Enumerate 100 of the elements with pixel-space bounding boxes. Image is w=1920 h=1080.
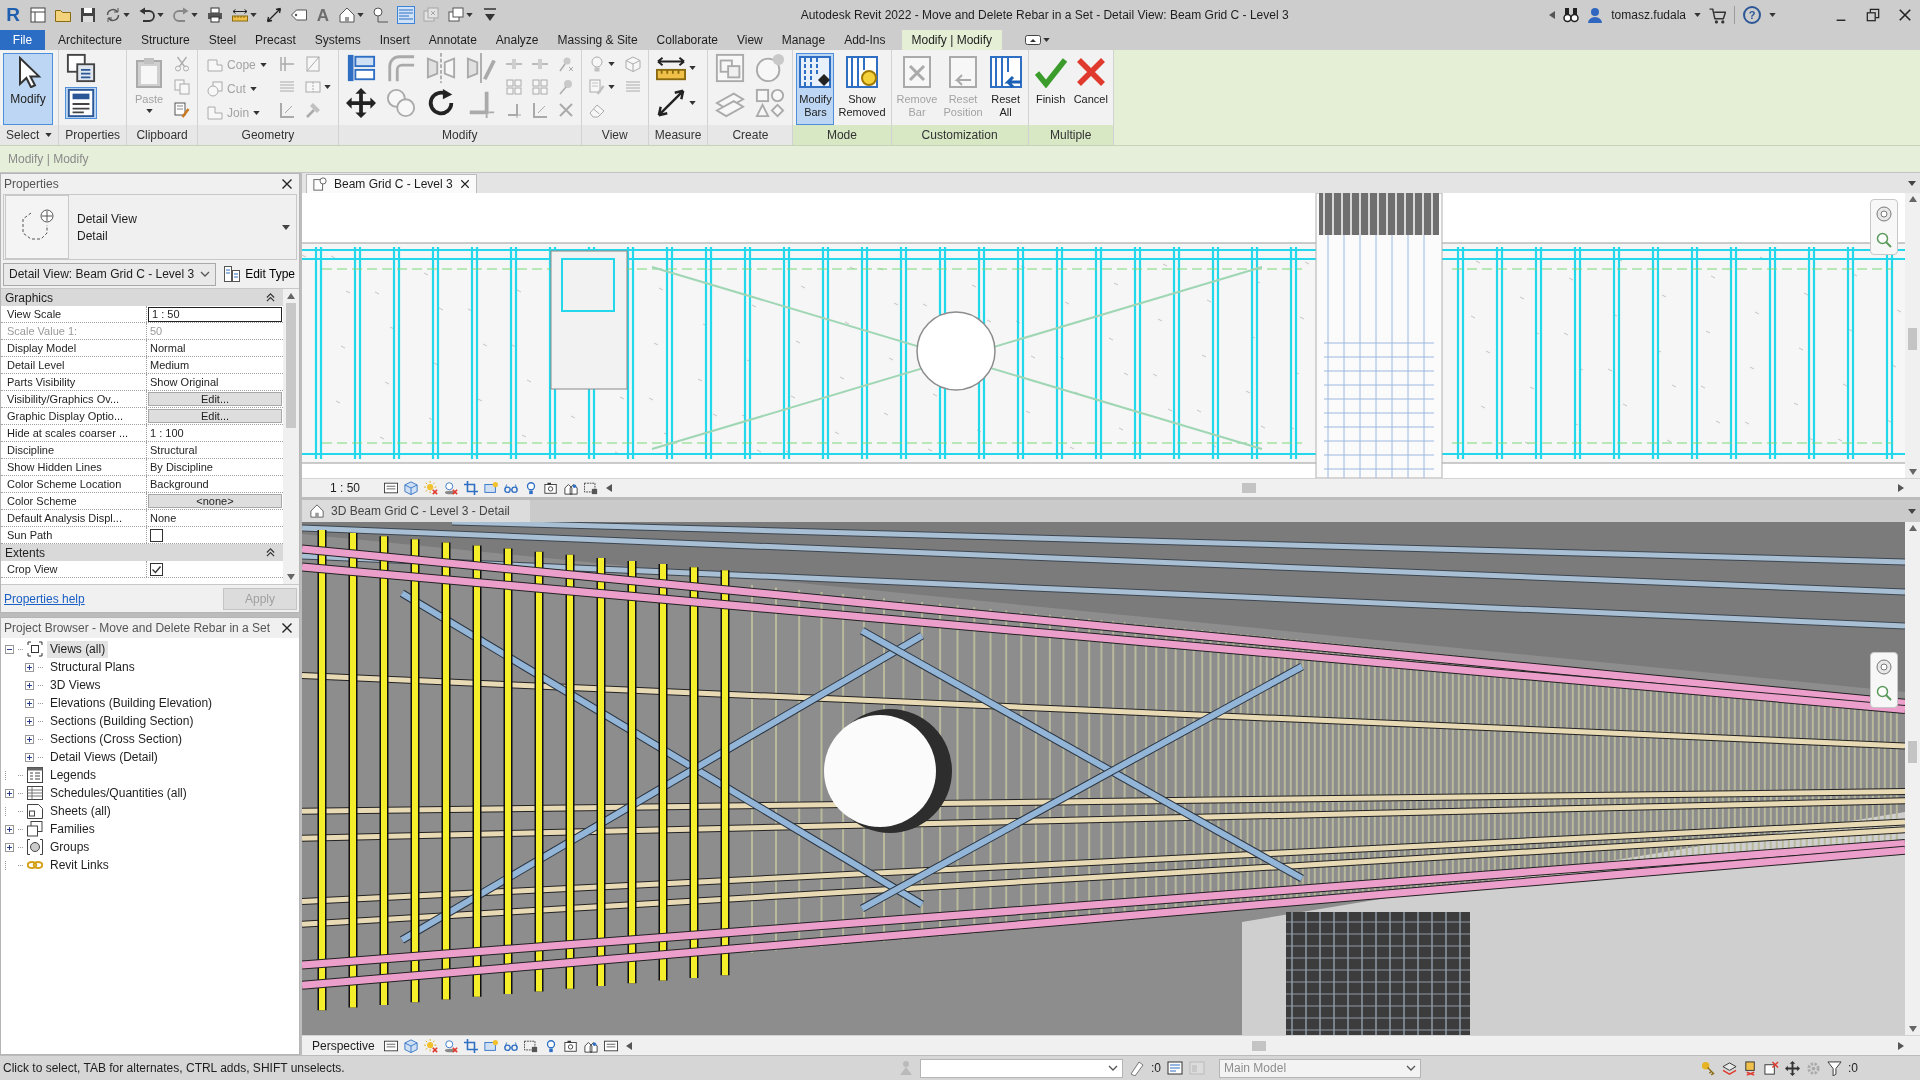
edit-button[interactable]: Edit... — [148, 409, 282, 423]
property-field[interactable]: 1 : 50 — [148, 306, 282, 322]
panel-title[interactable]: Select — [0, 125, 59, 145]
type-selector[interactable]: Detail View Detail — [3, 194, 297, 260]
modify-button[interactable]: Modify — [3, 53, 53, 125]
zoom-icon[interactable] — [1876, 685, 1892, 701]
caret-icon[interactable] — [123, 13, 130, 17]
cube-icon[interactable] — [404, 481, 418, 495]
expand-icon[interactable] — [25, 752, 34, 762]
key-icon[interactable] — [1701, 1060, 1716, 1076]
sun-icon[interactable] — [424, 1038, 438, 1053]
chevron-icon[interactable] — [1108, 1065, 1118, 1071]
caret-icon[interactable] — [1908, 508, 1916, 514]
frame-icon[interactable] — [604, 1038, 618, 1053]
tag-icon[interactable] — [291, 7, 307, 23]
expand-icon[interactable] — [25, 662, 34, 672]
help-link[interactable]: Properties help — [4, 591, 85, 606]
ribbon-tab[interactable]: Precast — [246, 30, 305, 50]
scroll-down-icon[interactable] — [1908, 1026, 1917, 1032]
collapse-icon[interactable] — [5, 644, 14, 654]
user-name[interactable]: tomasz.fudala — [1611, 8, 1686, 22]
finish-button[interactable]: Finish — [1031, 53, 1070, 125]
scroll-right-icon[interactable] — [1898, 1041, 1904, 1050]
expand-icon[interactable] — [25, 734, 34, 744]
caret-left-icon[interactable] — [1549, 11, 1556, 19]
pencil-icon[interactable] — [1129, 1060, 1145, 1076]
tree-item[interactable]: 3D Views — [47, 676, 104, 694]
checkbox[interactable] — [150, 562, 163, 576]
glasses-icon[interactable] — [504, 481, 518, 495]
bulb-icon[interactable] — [524, 481, 538, 495]
move-icon[interactable] — [345, 88, 376, 118]
ribbon-tab[interactable]: Analyze — [486, 30, 548, 50]
customize-icon[interactable] — [482, 7, 498, 23]
boxes-icon[interactable] — [66, 53, 97, 83]
scroll-thumb[interactable] — [1908, 741, 1917, 763]
lock-icon[interactable] — [524, 1038, 538, 1053]
ribbon-tab[interactable]: Massing & Site — [548, 30, 647, 50]
scrollbar[interactable] — [1905, 522, 1920, 1035]
lock-icon[interactable] — [584, 481, 598, 495]
caret-icon[interactable] — [1769, 13, 1776, 17]
tree-item[interactable]: Sections (Cross Section) — [47, 730, 186, 748]
close-icon[interactable] — [281, 178, 293, 190]
tree-item[interactable]: Groups — [47, 838, 93, 856]
print-icon[interactable] — [207, 7, 223, 23]
section-icon[interactable] — [373, 7, 389, 23]
brush-icon[interactable] — [174, 102, 191, 118]
expand-icon[interactable] — [25, 680, 34, 690]
cancel-button[interactable]: Cancel — [1071, 53, 1110, 125]
dimension-icon[interactable] — [266, 7, 282, 23]
modify-bars-button[interactable]: Modify Bars — [796, 53, 835, 125]
caret-icon[interactable] — [282, 224, 290, 230]
help-button[interactable]: ? — [1743, 6, 1761, 24]
ribbon-tab[interactable]: Annotate — [419, 30, 486, 50]
caret-icon[interactable] — [1908, 180, 1916, 186]
wheel-icon[interactable] — [1876, 659, 1892, 675]
ruler-icon[interactable] — [232, 7, 248, 23]
collapse-icon[interactable] — [266, 548, 275, 557]
tree-item[interactable]: Elevations (Building Elevation) — [47, 694, 216, 712]
form-icon[interactable] — [66, 88, 97, 118]
ribbon-tab[interactable]: Collaborate — [647, 30, 727, 50]
ribbon-tab[interactable]: View — [727, 30, 772, 50]
caret-icon[interactable] — [688, 101, 696, 105]
scroll-left-icon[interactable] — [626, 1041, 632, 1050]
scrollbar[interactable] — [1905, 193, 1920, 478]
bulb-icon[interactable] — [544, 1038, 558, 1053]
box-icon[interactable] — [1764, 1060, 1779, 1076]
expand-icon[interactable] — [25, 716, 34, 726]
caret-icon[interactable] — [250, 13, 257, 17]
close-icon[interactable] — [459, 179, 470, 189]
restore-icon[interactable] — [1866, 8, 1880, 22]
expand-icon[interactable] — [25, 698, 34, 708]
caret-icon[interactable] — [688, 66, 696, 70]
cart-icon[interactable] — [1709, 6, 1726, 24]
caret-icon[interactable] — [45, 133, 53, 137]
frame-icon[interactable] — [384, 1038, 398, 1053]
caret-icon[interactable] — [357, 13, 364, 17]
tree-item[interactable]: Views (all) — [47, 640, 109, 658]
sync-icon[interactable] — [105, 7, 121, 23]
ribbon-tab[interactable]: Systems — [305, 30, 370, 50]
ribbon-tab[interactable]: Structure — [132, 30, 199, 50]
view-scale-button[interactable]: 1 : 50 — [330, 481, 376, 495]
folder-icon[interactable] — [55, 7, 71, 23]
houses-icon[interactable] — [564, 481, 578, 495]
ribbon-tab[interactable]: File — [0, 30, 45, 50]
edit-button[interactable]: <none> — [148, 494, 282, 508]
scroll-up-icon[interactable] — [287, 293, 295, 299]
expand-icon[interactable] — [5, 842, 14, 852]
sun-icon[interactable] — [424, 481, 438, 495]
crop-frame-icon[interactable] — [484, 1038, 498, 1053]
edit-type-button[interactable]: Edit Type — [222, 266, 297, 282]
instance-dropdown[interactable]: Detail View: Beam Grid C - Level 3 — [3, 262, 217, 286]
scroll-down-icon[interactable] — [1908, 469, 1917, 475]
scroll-right-icon[interactable] — [1898, 484, 1904, 492]
camera-icon[interactable] — [544, 481, 558, 495]
tree-item[interactable]: Families — [47, 820, 98, 838]
zoom-icon[interactable] — [1876, 232, 1892, 248]
tree-item[interactable]: Structural Plans — [47, 658, 138, 676]
frame-icon[interactable] — [384, 481, 398, 495]
caret-icon[interactable] — [157, 13, 164, 17]
crop-icon[interactable] — [464, 481, 478, 495]
